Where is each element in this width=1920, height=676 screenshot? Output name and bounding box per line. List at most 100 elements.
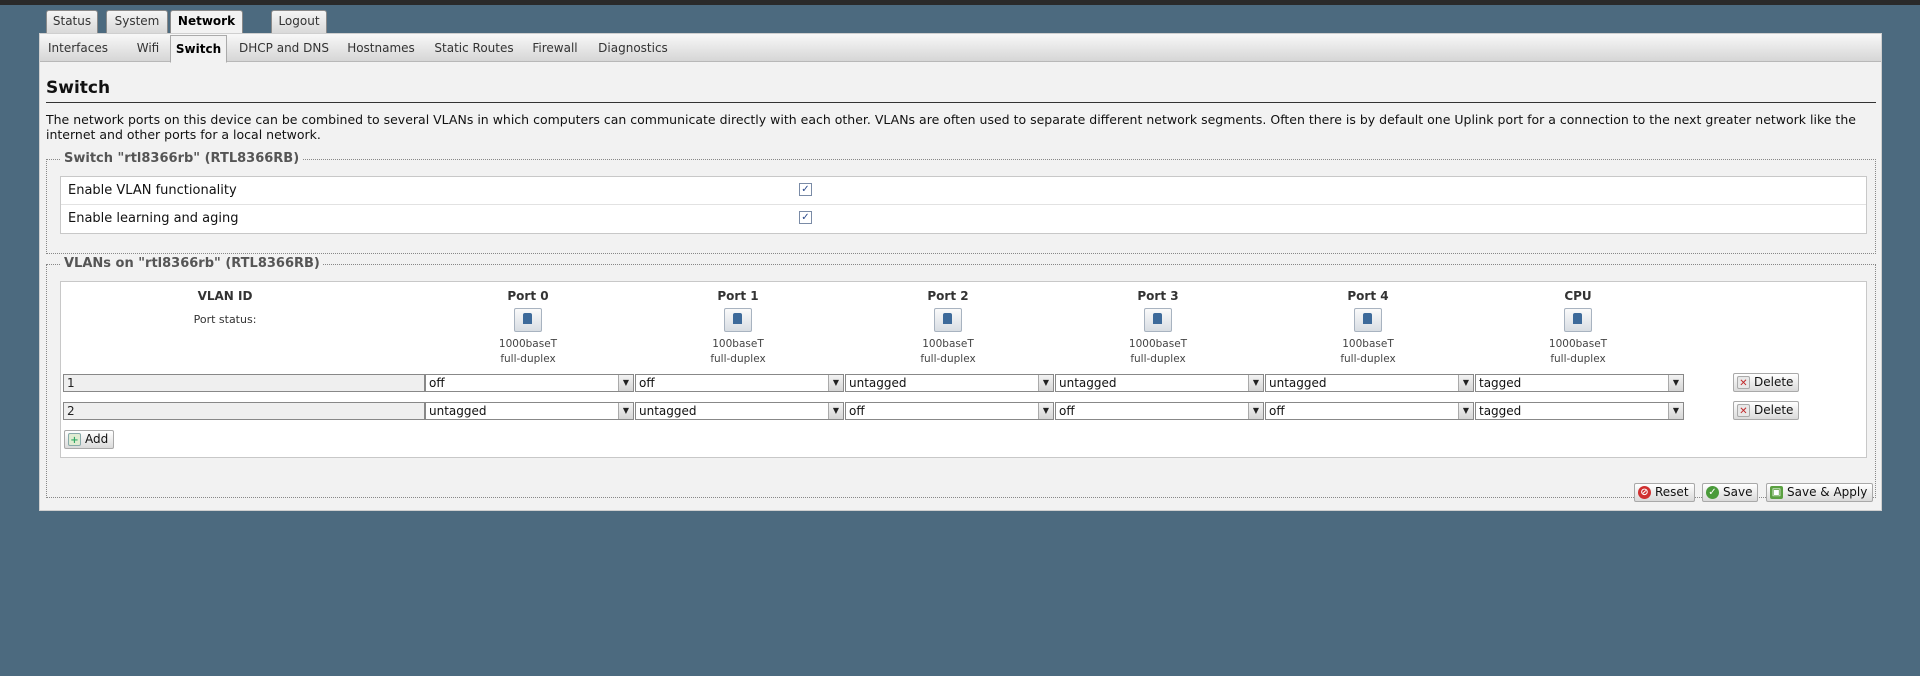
delete-icon: ✕ <box>1737 404 1750 417</box>
top-bar <box>0 0 1920 5</box>
option-row-vlan: Enable VLAN functionality ✓ <box>61 177 1866 205</box>
option-label: Enable learning and aging <box>68 211 239 226</box>
reset-button[interactable]: ⊘ Reset <box>1634 483 1695 502</box>
subtab-switch[interactable]: Switch <box>170 35 227 63</box>
port-2-duplex: full-duplex <box>920 353 976 365</box>
subtab-wifi[interactable]: Wifi <box>130 37 166 60</box>
save-icon: ✓ <box>1706 486 1719 499</box>
subtab-interfaces[interactable]: Interfaces <box>46 37 110 60</box>
vlans-section-legend: VLANs on "rtl8366rb" (RTL8366RB) <box>61 256 323 271</box>
select-value: untagged <box>1059 376 1117 390</box>
ethernet-port-icon <box>1144 308 1172 332</box>
select-value: off <box>1059 404 1075 418</box>
dropdown-arrow-icon: ▼ <box>618 403 633 419</box>
port-4-speed: 100baseT <box>1342 338 1394 350</box>
port-3-speed: 1000baseT <box>1128 338 1188 350</box>
save-apply-icon: ▣ <box>1770 486 1783 499</box>
port-2-select[interactable]: off ▼ <box>845 402 1054 420</box>
enable-learning-checkbox[interactable]: ✓ <box>799 211 812 224</box>
subtab-static-routes[interactable]: Static Routes <box>433 37 515 60</box>
port-4-select[interactable]: untagged ▼ <box>1265 374 1474 392</box>
port-2-select[interactable]: untagged ▼ <box>845 374 1054 392</box>
sub-tabs: Interfaces Wifi Switch DHCP and DNS Host… <box>40 34 1881 63</box>
port-4-duplex: full-duplex <box>1340 353 1396 365</box>
delete-button[interactable]: ✕ Delete <box>1733 401 1800 420</box>
port-1-header: Port 1 <box>717 289 759 303</box>
add-label: Add <box>85 432 109 446</box>
add-icon: + <box>68 433 81 446</box>
dropdown-arrow-icon: ▼ <box>828 375 843 391</box>
switch-section-legend: Switch "rtl8366rb" (RTL8366RB) <box>61 151 303 166</box>
vlan-id-input[interactable]: 1 <box>63 374 425 392</box>
port-3-header: Port 3 <box>1137 289 1179 303</box>
page-description: The network ports on this device can be … <box>46 112 1856 142</box>
vlan-id-input[interactable]: 2 <box>63 402 425 420</box>
ethernet-port-icon <box>724 308 752 332</box>
switch-options-table: Enable VLAN functionality ✓ Enable learn… <box>60 176 1867 234</box>
subtab-diagnostics[interactable]: Diagnostics <box>596 37 670 60</box>
enable-vlan-checkbox[interactable]: ✓ <box>799 183 812 196</box>
cpu-speed: 1000baseT <box>1548 338 1608 350</box>
port-status-label: Port status: <box>193 313 257 326</box>
port-0-select[interactable]: off ▼ <box>425 374 634 392</box>
port-3-duplex: full-duplex <box>1130 353 1186 365</box>
delete-label: Delete <box>1754 375 1794 389</box>
dropdown-arrow-icon: ▼ <box>1458 375 1473 391</box>
port-4-header: Port 4 <box>1347 289 1389 303</box>
dropdown-arrow-icon: ▼ <box>1668 403 1683 419</box>
vlan-table: VLAN ID Port status: Port 0 1000baseT fu… <box>60 281 1867 458</box>
delete-icon: ✕ <box>1737 376 1750 389</box>
select-value: untagged <box>429 404 487 418</box>
subtab-firewall[interactable]: Firewall <box>530 37 580 60</box>
tab-system[interactable]: System <box>106 10 168 33</box>
port-4-select[interactable]: off ▼ <box>1265 402 1474 420</box>
cpu-select[interactable]: tagged ▼ <box>1475 402 1684 420</box>
option-row-learning: Enable learning and aging ✓ <box>61 205 1866 232</box>
subtab-dhcp-dns[interactable]: DHCP and DNS <box>236 37 332 60</box>
dropdown-arrow-icon: ▼ <box>828 403 843 419</box>
select-value: tagged <box>1479 404 1522 418</box>
cpu-select[interactable]: tagged ▼ <box>1475 374 1684 392</box>
save-apply-button[interactable]: ▣ Save & Apply <box>1766 483 1874 502</box>
ethernet-port-icon <box>1354 308 1382 332</box>
ethernet-port-icon <box>514 308 542 332</box>
port-2-header: Port 2 <box>927 289 969 303</box>
ethernet-port-icon <box>934 308 962 332</box>
port-1-speed: 100baseT <box>712 338 764 350</box>
vlans-section: VLANs on "rtl8366rb" (RTL8366RB) VLAN ID… <box>46 256 1876 498</box>
dropdown-arrow-icon: ▼ <box>1038 403 1053 419</box>
dropdown-arrow-icon: ▼ <box>1248 375 1263 391</box>
reset-icon: ⊘ <box>1638 486 1651 499</box>
ethernet-port-icon <box>1564 308 1592 332</box>
save-button[interactable]: ✓ Save <box>1702 483 1759 502</box>
select-value: untagged <box>1269 376 1327 390</box>
cpu-header: CPU <box>1564 289 1592 303</box>
port-0-duplex: full-duplex <box>500 353 556 365</box>
option-label: Enable VLAN functionality <box>68 183 237 198</box>
port-1-select[interactable]: untagged ▼ <box>635 402 844 420</box>
dropdown-arrow-icon: ▼ <box>618 375 633 391</box>
tab-logout[interactable]: Logout <box>271 10 327 33</box>
port-3-select[interactable]: off ▼ <box>1055 402 1264 420</box>
select-value: off <box>849 404 865 418</box>
select-value: off <box>639 376 655 390</box>
port-1-select[interactable]: off ▼ <box>635 374 844 392</box>
port-2-speed: 100baseT <box>922 338 974 350</box>
vlan-id-header: VLAN ID <box>197 289 253 303</box>
select-value: untagged <box>639 404 697 418</box>
dropdown-arrow-icon: ▼ <box>1248 403 1263 419</box>
subtab-hostnames[interactable]: Hostnames <box>346 37 416 60</box>
port-0-speed: 1000baseT <box>498 338 558 350</box>
reset-label: Reset <box>1655 485 1689 499</box>
content-panel: Interfaces Wifi Switch DHCP and DNS Host… <box>39 33 1882 511</box>
delete-button[interactable]: ✕ Delete <box>1733 373 1800 392</box>
page-title: Switch <box>46 78 1876 103</box>
port-0-header: Port 0 <box>507 289 549 303</box>
port-3-select[interactable]: untagged ▼ <box>1055 374 1264 392</box>
add-vlan-button[interactable]: + Add <box>64 430 115 449</box>
select-value: off <box>429 376 445 390</box>
dropdown-arrow-icon: ▼ <box>1038 375 1053 391</box>
port-0-select[interactable]: untagged ▼ <box>425 402 634 420</box>
port-1-duplex: full-duplex <box>710 353 766 365</box>
tab-status[interactable]: Status <box>46 10 98 33</box>
